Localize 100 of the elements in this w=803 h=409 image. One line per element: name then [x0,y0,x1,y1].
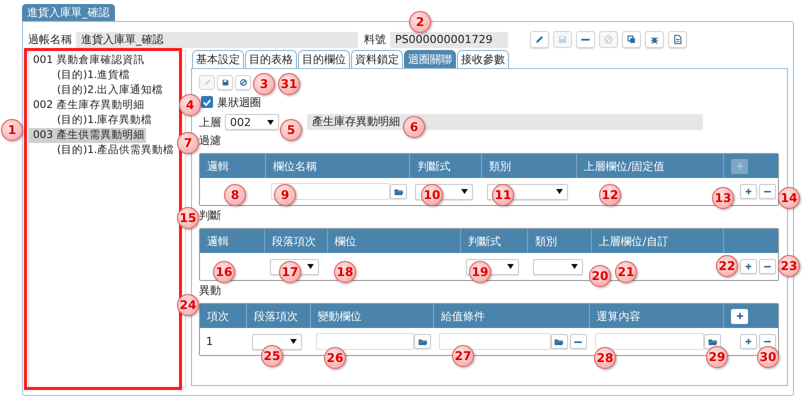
caret-icon [267,120,274,124]
document-icon [672,34,683,45]
callout-number: 28 [594,347,616,369]
toolbar-button[interactable] [622,31,641,48]
tab[interactable]: 迴圈關聯 [404,50,456,68]
caret-icon [461,189,468,194]
input-field[interactable] [594,333,704,350]
cancel-icon [238,78,248,87]
item-number-field[interactable]: PS000000001729 [390,32,508,48]
remove-button[interactable] [570,334,587,349]
add-button[interactable] [740,184,757,199]
copy-icon [626,34,637,45]
section-title: 過濾 [199,134,222,148]
tab[interactable]: 基本設定 [192,50,244,68]
add-button[interactable] [740,259,757,274]
browse-button[interactable] [550,334,568,349]
bug-icon [649,34,660,45]
folder-icon [554,336,564,346]
remove-button[interactable] [758,259,776,274]
pencil-icon [534,34,545,45]
column-header: 上層欄位/固定值 [584,158,664,174]
plus-icon [744,337,753,346]
tab[interactable]: 目的表格 [245,50,297,68]
callout-number: 24 [177,294,199,316]
tree-item[interactable]: (目的)1.進貨檔 [53,68,132,83]
callout-number: 7 [177,132,199,154]
callout-number: 31 [278,73,300,95]
caret-icon [290,339,297,344]
tree-item[interactable]: (目的)2.出入庫通知檔 [53,83,166,98]
add-button[interactable] [731,308,748,324]
column-header: 邏輯 [207,158,229,174]
column-header: 項次 [207,308,229,324]
toolbar-button[interactable] [235,75,251,90]
add-button[interactable] [740,334,757,349]
tab[interactable]: 資料鎖定 [351,50,403,68]
callout-number: 14 [778,187,800,209]
dropdown[interactable] [532,258,583,274]
tree-item[interactable]: 003 產生供需異動明細 [29,128,146,143]
toolbar-button[interactable] [530,31,549,48]
plus-icon [734,311,745,321]
checkbox[interactable] [201,96,213,108]
column-header: 段落項次 [272,234,316,248]
remove-button[interactable] [759,334,776,349]
callout-number: 30 [757,346,779,368]
tab[interactable]: 接收參數 [457,50,509,68]
column-header: 判斷式 [468,234,502,248]
toolbar-button[interactable] [668,31,687,48]
checkbox-label: 巢狀迴圈 [217,94,261,110]
column-header: 運算內容 [596,308,641,324]
section-title: 異動 [199,284,222,298]
column-header: 類別 [534,234,557,248]
callout-number: 15 [177,207,199,229]
table-cell: 1 [206,335,213,348]
toolbar-button[interactable] [217,75,233,90]
save-icon [557,34,568,45]
folder-icon [394,186,404,196]
dropdown[interactable] [252,334,302,350]
column-header: 段落項次 [254,308,298,324]
column-header: 給值條件 [441,308,486,324]
callout-number: 2 [409,11,431,33]
folder-icon [708,336,718,346]
window-title: 進貨入庫單_確認 [22,4,114,21]
callout-number: 4 [179,94,201,116]
tab[interactable]: 目的欄位 [298,50,350,68]
posting-name-field[interactable]: 進貨入庫單_確認 [76,32,358,48]
plus-icon [744,262,753,271]
pencil-icon [202,78,212,87]
field-label: 料號 [364,32,386,47]
caret-icon [507,264,514,269]
cancel-icon [603,34,614,45]
section-title: 判斷 [199,209,222,223]
caret-icon [556,189,564,194]
browse-button[interactable] [704,334,722,349]
browse-button[interactable] [390,184,408,199]
folder-icon [418,336,428,346]
parent-select[interactable]: 002 [225,114,279,130]
save-icon [220,78,230,87]
tree-item[interactable]: (目的)1.產品供需異動檔 [53,143,176,158]
callout-number: 5 [280,119,302,141]
callout-number: 3 [253,73,275,95]
column-header: 上層欄位/自訂 [598,234,668,248]
column-header: 判斷式 [417,158,450,174]
column-header: 變動欄位 [318,308,362,324]
field-label: 過帳名稱 [28,32,72,47]
plus-icon [744,187,753,196]
tree-item[interactable]: 002 產生庫存異動明細 [29,98,146,113]
callout-number: 1 [1,119,23,141]
column-header: 欄位 [334,234,357,248]
plus-icon [734,161,745,171]
callout-number: 23 [778,255,800,277]
toolbar-button[interactable] [645,31,664,48]
column-header: 邏輯 [207,234,229,248]
column-header: 欄位名稱 [272,158,317,174]
toolbar-button[interactable] [576,31,595,48]
caret-icon [570,264,578,269]
tree-item[interactable]: 001 異動倉庫確認資訊 [29,53,146,68]
column-header: 類別 [489,158,512,174]
browse-button[interactable] [414,334,432,349]
remove-button[interactable] [758,184,776,199]
tree-item[interactable]: (目的)1.庫存異動檔 [53,113,154,128]
